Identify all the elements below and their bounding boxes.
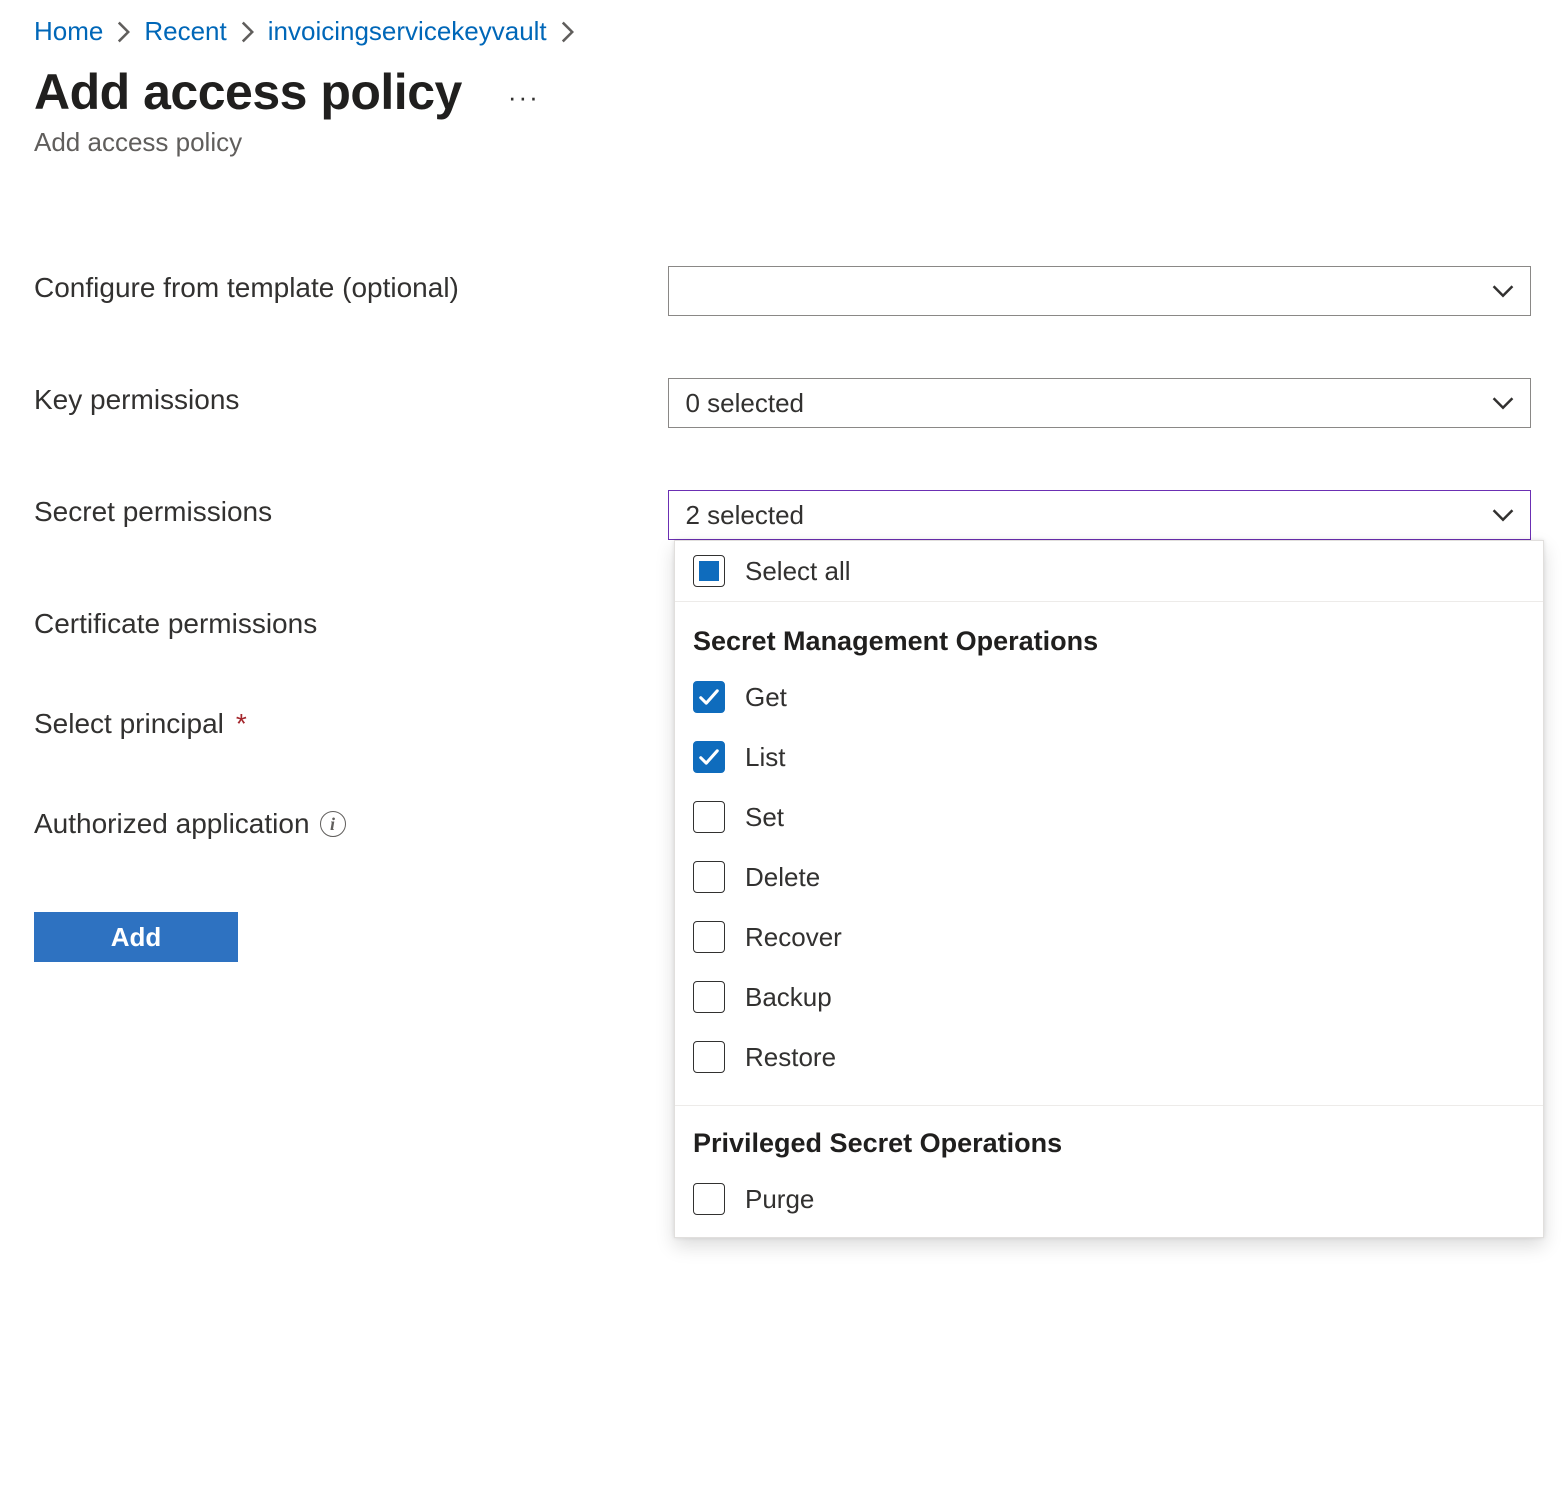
permission-option[interactable]: Set — [675, 787, 1543, 847]
permission-option-label: Get — [745, 682, 787, 713]
checkbox-unchecked-icon — [693, 981, 725, 1013]
permission-option-label: List — [745, 742, 785, 773]
certificate-permissions-label: Certificate permissions — [34, 602, 674, 640]
checkbox-checked-icon — [693, 681, 725, 713]
info-icon[interactable]: i — [320, 811, 346, 837]
permission-option[interactable]: Purge — [675, 1169, 1543, 1237]
checkbox-unchecked-icon — [693, 1041, 725, 1073]
page-subtitle: Add access policy — [34, 127, 1531, 158]
permission-option-label: Purge — [745, 1184, 814, 1215]
add-button[interactable]: Add — [34, 912, 238, 962]
template-label: Configure from template (optional) — [34, 266, 668, 304]
select-all-option[interactable]: Select all — [675, 541, 1543, 602]
group-privileged-secret: Privileged Secret Operations — [675, 1105, 1543, 1169]
checkbox-unchecked-icon — [693, 861, 725, 893]
chevron-right-icon — [241, 21, 254, 43]
select-all-label: Select all — [745, 556, 851, 587]
permission-option[interactable]: Get — [675, 667, 1543, 727]
chevron-down-icon — [1492, 284, 1514, 298]
chevron-right-icon — [117, 21, 130, 43]
more-button[interactable]: ··· — [502, 82, 546, 113]
group-secret-management: Secret Management Operations — [675, 602, 1543, 667]
checkbox-unchecked-icon — [693, 1183, 725, 1215]
checkbox-unchecked-icon — [693, 801, 725, 833]
key-permissions-label: Key permissions — [34, 378, 668, 416]
permission-option[interactable]: Recover — [675, 907, 1543, 967]
secret-permissions-label: Secret permissions — [34, 490, 668, 528]
breadcrumb-keyvault[interactable]: invoicingservicekeyvault — [268, 16, 547, 47]
required-indicator: * — [236, 708, 247, 740]
permission-option-label: Recover — [745, 922, 842, 953]
permission-option[interactable]: Restore — [675, 1027, 1543, 1095]
permission-option-label: Set — [745, 802, 784, 833]
authorized-application-label: Authorized application i — [34, 802, 674, 840]
permission-option-label: Restore — [745, 1042, 836, 1073]
key-permissions-dropdown[interactable]: 0 selected — [668, 378, 1531, 428]
select-principal-label: Select principal* — [34, 702, 674, 740]
secret-permissions-dropdown[interactable]: 2 selected — [668, 490, 1531, 540]
permission-option[interactable]: Delete — [675, 847, 1543, 907]
checkbox-indeterminate-icon — [693, 555, 725, 587]
breadcrumb-home[interactable]: Home — [34, 16, 103, 47]
permission-option[interactable]: List — [675, 727, 1543, 787]
permission-option[interactable]: Backup — [675, 967, 1543, 1027]
page-title: Add access policy — [34, 63, 462, 121]
secret-permissions-value: 2 selected — [685, 500, 804, 531]
checkbox-unchecked-icon — [693, 921, 725, 953]
chevron-down-icon — [1492, 508, 1514, 522]
permission-option-label: Delete — [745, 862, 820, 893]
key-permissions-value: 0 selected — [685, 388, 804, 419]
breadcrumb: Home Recent invoicingservicekeyvault — [34, 16, 1531, 47]
template-dropdown[interactable] — [668, 266, 1531, 316]
breadcrumb-recent[interactable]: Recent — [144, 16, 226, 47]
chevron-down-icon — [1492, 396, 1514, 410]
checkbox-checked-icon — [693, 741, 725, 773]
permission-option-label: Backup — [745, 982, 832, 1013]
secret-permissions-panel: Select all Secret Management Operations … — [674, 540, 1544, 1238]
chevron-right-icon — [561, 21, 574, 43]
